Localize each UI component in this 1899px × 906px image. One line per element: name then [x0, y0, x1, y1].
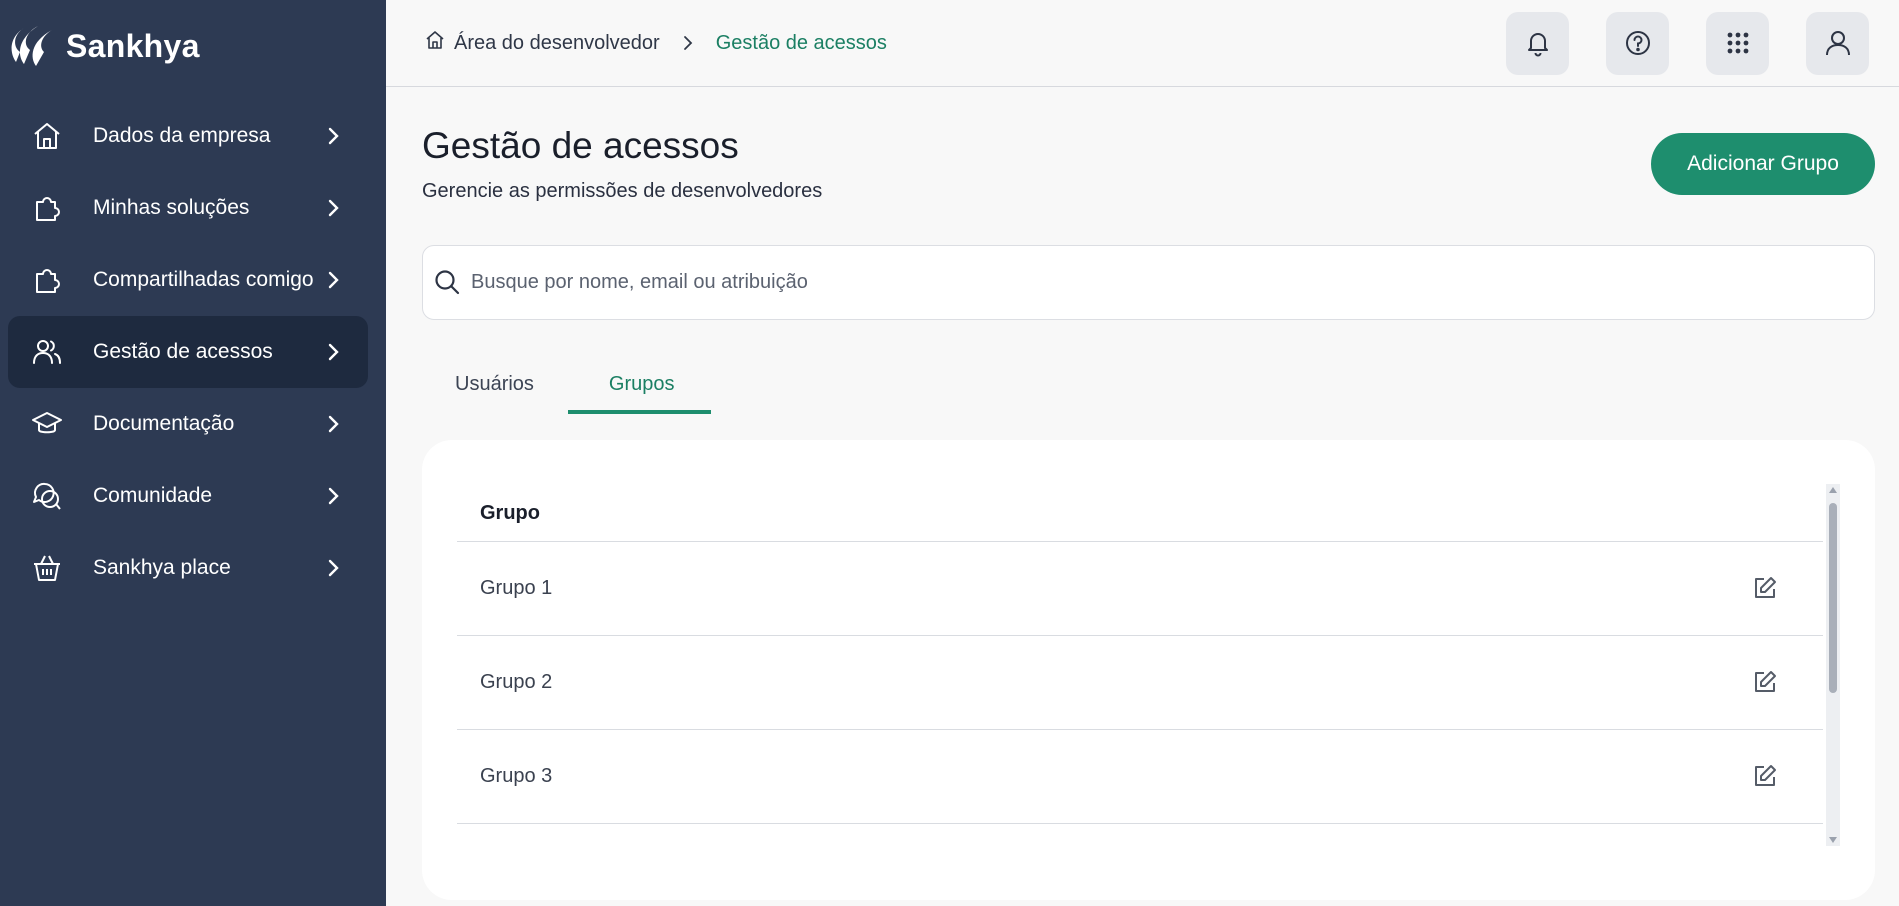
tabs: Usuários Grupos	[422, 365, 1875, 414]
page-title: Gestão de acessos	[422, 125, 739, 166]
sidebar-item-gestao-de-acessos[interactable]: Gestão de acessos	[8, 316, 368, 388]
sidebar: Sankhya Dados da empresa Minhas soluções…	[0, 0, 386, 906]
breadcrumb-current: Gestão de acessos	[715, 31, 887, 54]
sidebar-nav: Dados da empresa Minhas soluções Compart…	[8, 100, 368, 604]
profile-button[interactable]	[1806, 11, 1869, 75]
group-name: Grupo 3	[480, 764, 553, 787]
basket-icon	[30, 551, 64, 585]
scroll-thumb[interactable]	[1829, 502, 1837, 693]
sidebar-item-dados-da-empresa[interactable]: Dados da empresa	[8, 100, 368, 172]
chat-bubbles-icon	[30, 479, 64, 513]
apps-grid-icon	[1727, 32, 1748, 54]
users-icon	[30, 335, 64, 369]
help-icon	[1625, 31, 1650, 55]
group-name: Grupo 1	[480, 576, 553, 599]
sidebar-item-label: Documentação	[93, 412, 235, 435]
sidebar-item-label: Dados da empresa	[93, 124, 271, 147]
chevron-right-icon	[328, 127, 339, 145]
sidebar-item-label: Minhas soluções	[93, 196, 250, 219]
scroll-down-arrow-icon[interactable]	[1829, 836, 1837, 843]
edit-button[interactable]	[1751, 668, 1779, 696]
edit-icon	[1755, 671, 1776, 693]
bell-icon	[1527, 33, 1548, 57]
edit-button[interactable]	[1751, 574, 1779, 602]
sidebar-item-compartilhadas-comigo[interactable]: Compartilhadas comigo	[8, 244, 368, 316]
add-group-button[interactable]: Adicionar Grupo	[1651, 133, 1875, 195]
breadcrumb-parent[interactable]: Área do desenvolvedor	[454, 32, 660, 55]
puzzle-icon	[30, 191, 64, 225]
groups-table: Grupo Grupo 1 Grupo 2 Grupo 3	[457, 484, 1839, 824]
sidebar-item-minhas-solucoes[interactable]: Minhas soluções	[8, 172, 368, 244]
chevron-right-icon	[328, 343, 339, 361]
graduation-cap-icon	[30, 407, 64, 441]
search-input[interactable]	[471, 270, 1864, 294]
group-name: Grupo 2	[480, 670, 553, 693]
notifications-button[interactable]	[1506, 11, 1569, 75]
table-row: Grupo 3	[457, 730, 1823, 824]
topbar: Área do desenvolvedor Gestão de acessos	[386, 0, 1899, 87]
puzzle-icon	[30, 263, 64, 297]
top-actions	[1506, 11, 1869, 75]
help-button[interactable]	[1606, 11, 1669, 75]
sankhya-logo-icon	[11, 26, 52, 66]
home-icon	[30, 119, 64, 153]
chevron-right-icon	[328, 199, 339, 217]
edit-icon	[1755, 577, 1776, 599]
brand-logo[interactable]: Sankhya	[8, 0, 368, 92]
column-header-grupo: Grupo	[457, 484, 1823, 542]
table-row: Grupo 2	[457, 636, 1823, 730]
home-icon[interactable]	[424, 29, 446, 57]
sidebar-item-label: Sankhya place	[93, 556, 231, 579]
main-area: Área do desenvolvedor Gestão de acessos	[386, 0, 1899, 906]
page-subtitle: Gerencie as permissões de desenvolvedore…	[422, 179, 823, 202]
chevron-right-icon	[328, 415, 339, 433]
tab-grupos[interactable]: Grupos	[567, 365, 711, 414]
scroll-up-arrow-icon[interactable]	[1829, 486, 1837, 493]
chevron-right-icon	[328, 559, 339, 577]
sidebar-item-comunidade[interactable]: Comunidade	[8, 460, 368, 532]
sidebar-item-label: Compartilhadas comigo	[93, 268, 314, 291]
chevron-right-icon	[328, 271, 339, 289]
sidebar-item-documentacao[interactable]: Documentação	[8, 388, 368, 460]
sidebar-item-label: Comunidade	[93, 484, 213, 507]
groups-table-card: Grupo Grupo 1 Grupo 2 Grupo 3	[422, 439, 1875, 900]
table-scrollbar[interactable]	[1826, 483, 1840, 846]
sidebar-item-label: Gestão de acessos	[93, 340, 273, 363]
chevron-right-icon	[328, 487, 339, 505]
sidebar-item-sankhya-place[interactable]: Sankhya place	[8, 532, 368, 604]
search-icon	[435, 270, 460, 295]
brand-name: Sankhya	[66, 27, 200, 64]
page-content: Gestão de acessos Gerencie as permissões…	[386, 87, 1899, 906]
search-box	[422, 244, 1875, 320]
edit-icon	[1755, 765, 1776, 787]
chevron-right-icon	[678, 33, 698, 53]
breadcrumb: Área do desenvolvedor Gestão de acessos	[424, 29, 1506, 57]
apps-button[interactable]	[1706, 11, 1769, 75]
edit-button[interactable]	[1751, 762, 1779, 790]
tab-usuarios[interactable]: Usuários	[437, 365, 568, 414]
user-icon	[1825, 31, 1850, 56]
table-row: Grupo 1	[457, 542, 1823, 636]
